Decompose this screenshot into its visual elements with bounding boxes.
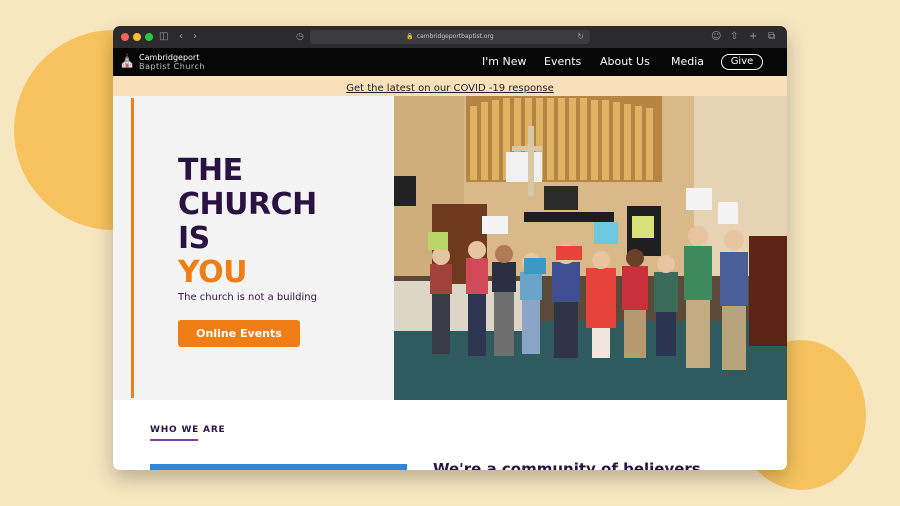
who-we-are-heading: We're a community of believers — [433, 460, 701, 470]
tab-overview-icon[interactable]: ⧉ — [768, 30, 775, 44]
hero-headline: THE CHURCH IS YOU — [178, 154, 317, 290]
site-logo[interactable]: ⛪ Cambridgeport Baptist Church — [119, 52, 231, 72]
logo-subname: Baptist Church — [139, 62, 205, 71]
minimize-window-button[interactable] — [133, 33, 141, 41]
nav-item-events[interactable]: Events — [544, 55, 581, 69]
hero-photo — [394, 96, 787, 400]
give-button[interactable]: Give — [721, 54, 763, 70]
nav-item-im-new[interactable]: I'm New — [482, 55, 526, 69]
hero-tagline: The church is not a building — [178, 292, 317, 303]
reload-icon[interactable]: ↻ — [577, 30, 584, 44]
who-we-are-image — [150, 464, 407, 470]
hero-headline-line4: YOU — [178, 255, 248, 290]
address-bar[interactable]: 🔒 cambridgeportbaptist.org ↻ — [310, 30, 590, 44]
nav-item-about-us[interactable]: About Us — [600, 55, 650, 69]
accent-bar — [131, 98, 134, 398]
who-we-are-section: WHO WE ARE We're a community of believer… — [113, 400, 787, 470]
logo-name: Cambridgeport — [139, 53, 200, 62]
browser-window: ◫ ‹ › ◷ 🔒 cambridgeportbaptist.org ↻ ☺ ⇧ … — [113, 26, 787, 470]
hero-headline-line3: IS — [178, 221, 210, 256]
new-tab-icon[interactable]: + — [749, 30, 757, 44]
hero-headline-line2: CHURCH — [178, 187, 317, 222]
zoom-window-button[interactable] — [145, 33, 153, 41]
browser-titlebar: ◫ ‹ › ◷ 🔒 cambridgeportbaptist.org ↻ ☺ ⇧ … — [113, 26, 787, 48]
covid-banner: Get the latest on our COVID -19 response — [113, 76, 787, 96]
online-events-button[interactable]: Online Events — [178, 320, 300, 347]
shield-icon[interactable]: ◷ — [296, 30, 304, 44]
hero-panel: THE CHURCH IS YOU The church is not a bu… — [113, 96, 394, 400]
hero-headline-line1: THE — [178, 153, 243, 188]
extension-icon[interactable]: ☺ — [711, 30, 721, 44]
site-header: ⛪ Cambridgeport Baptist Church I'm New E… — [113, 48, 787, 76]
children-holding-signs-photo — [394, 96, 787, 400]
share-icon[interactable]: ⇧ — [730, 30, 738, 44]
sidebar-icon[interactable]: ◫ — [159, 30, 168, 44]
section-underline — [150, 439, 198, 441]
church-icon: ⛪ — [119, 54, 136, 69]
lock-icon: 🔒 — [406, 33, 414, 40]
close-window-button[interactable] — [121, 33, 129, 41]
nav-item-media[interactable]: Media — [671, 55, 704, 69]
forward-icon[interactable]: › — [193, 30, 197, 44]
who-we-are-label: WHO WE ARE — [150, 425, 226, 435]
back-icon[interactable]: ‹ — [179, 30, 183, 44]
address-bar-url: cambridgeportbaptist.org — [416, 33, 494, 40]
covid-banner-link[interactable]: Get the latest on our COVID -19 response — [346, 83, 554, 94]
